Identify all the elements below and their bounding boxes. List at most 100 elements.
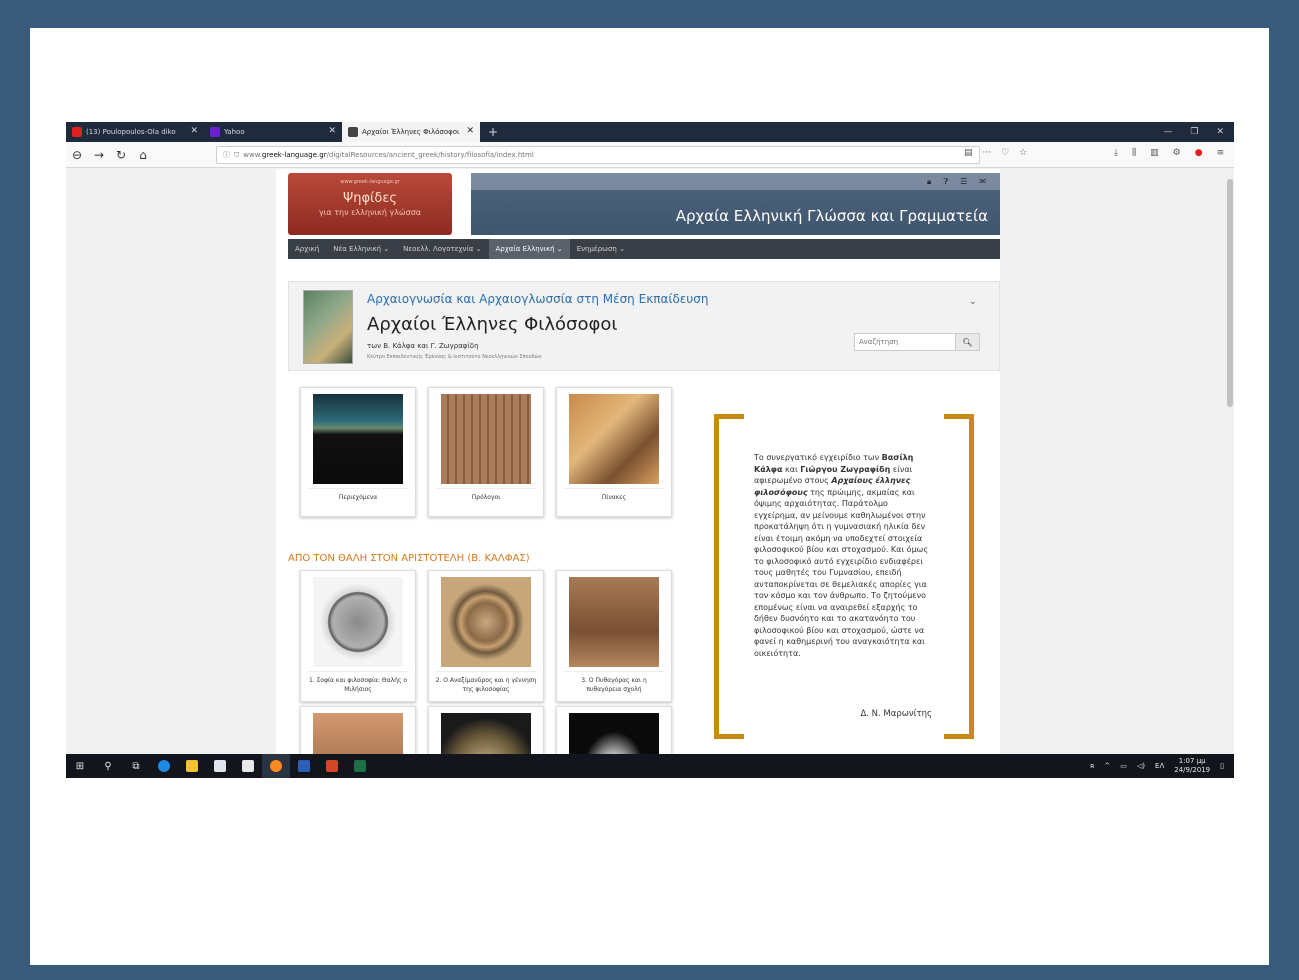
page-scrollbar[interactable]: [1226, 169, 1234, 754]
logo-subtitle: για την ελληνική γλώσσα: [318, 208, 422, 217]
authors: των Β. Κάλφα και Γ. Ζωγραφίδη: [367, 342, 479, 350]
clock-date: 24/9/2019: [1174, 766, 1211, 774]
forward-icon[interactable]: →: [88, 148, 110, 162]
book-cover-image: [303, 290, 353, 364]
tab-philosophers[interactable]: Αρχαίοι Έλληνες Φιλόσοφοι ✕: [342, 122, 480, 142]
card-tables[interactable]: Πίνακες: [556, 387, 672, 517]
task-view-icon[interactable]: ⧉: [122, 754, 150, 778]
card-image: [313, 394, 403, 484]
close-tab-icon[interactable]: ✕: [328, 126, 336, 136]
powerpoint-icon[interactable]: [318, 754, 346, 778]
notification-icon[interactable]: ▯: [1220, 762, 1224, 770]
tab-youtube[interactable]: (13) Poulopoulos-Ola diko ✕: [66, 122, 204, 142]
download-icon[interactable]: ⤓: [1114, 148, 1118, 158]
extension-icon[interactable]: ⚙: [1173, 148, 1181, 158]
reload-icon[interactable]: ↻: [110, 148, 132, 162]
chevron-down-icon[interactable]: ⌄: [969, 296, 977, 307]
nav-item-ancient-greek[interactable]: Αρχαία Ελληνική ⌄: [488, 239, 570, 259]
tab-label: Yahoo: [224, 128, 245, 136]
search-icon[interactable]: 🔍︎: [956, 333, 980, 351]
shield-icon: ⛉: [234, 150, 240, 159]
people-icon[interactable]: ʀ: [1090, 762, 1094, 770]
mail-icon[interactable]: [234, 754, 262, 778]
bookmark-star-icon[interactable]: ☆: [1019, 148, 1027, 158]
nav-item-home[interactable]: Αρχική: [288, 239, 326, 259]
url-text: www.greek-language.gr/digitalResources/a…: [243, 151, 534, 159]
close-tab-icon[interactable]: ✕: [190, 126, 198, 136]
card-next-1[interactable]: [300, 706, 416, 754]
word-icon[interactable]: [290, 754, 318, 778]
language-indicator[interactable]: ΕΛ: [1155, 762, 1164, 770]
edge-icon[interactable]: [150, 754, 178, 778]
card-caption: 1. Σοφία και φιλοσοφία: Θαλής ο Μιλήσιος: [307, 671, 409, 694]
search-box: 🔍︎: [854, 333, 980, 351]
search-icon[interactable]: ⚲: [94, 754, 122, 778]
clock[interactable]: 1:07 μμ 24/9/2019: [1174, 757, 1210, 775]
excel-icon[interactable]: [346, 754, 374, 778]
nav-item-modern-greek[interactable]: Νέα Ελληνική ⌄: [326, 239, 396, 259]
url-bar[interactable]: ⓘ ⛉ www.greek-language.gr/digitalResourc…: [216, 146, 980, 164]
chevron-up-icon[interactable]: ^: [1104, 762, 1110, 770]
scrollbar-thumb[interactable]: [1227, 179, 1233, 407]
adblock-icon[interactable]: ●: [1195, 148, 1203, 158]
browser-tab-bar: (13) Poulopoulos-Ola diko ✕ Yahoo ✕ Αρχα…: [66, 122, 1234, 142]
page-title: Αρχαίοι Έλληνες Φιλόσοφοι: [367, 314, 618, 335]
close-tab-icon[interactable]: ✕: [466, 126, 474, 136]
nav-item-literature[interactable]: Νεοελλ. Λογοτεχνία ⌄: [396, 239, 488, 259]
card-image: [569, 577, 659, 667]
restore-icon[interactable]: ❐: [1190, 127, 1198, 137]
library-icon[interactable]: ⫼: [1132, 148, 1136, 158]
card-caption: Πίνακες: [563, 488, 665, 502]
card-thales[interactable]: 1. Σοφία και φιλοσοφία: Θαλής ο Μιλήσιος: [300, 570, 416, 702]
card-anaximander[interactable]: 2. Ο Αναξίμανδρος και η γέννηση της φιλο…: [428, 570, 544, 702]
intro-quote: Το συνεργατικό εγχειρίδιο των Βασίλη Κάλ…: [714, 414, 974, 739]
pocket-icon[interactable]: ♡: [1001, 148, 1009, 158]
network-icon[interactable]: ▭: [1120, 762, 1127, 770]
windows-taskbar: ⊞ ⚲ ⧉ ʀ ^ ▭ ◁) ΕΛ 1:07 μμ 24/9/2019 ▯: [66, 754, 1234, 778]
mail-icon[interactable]: ✉: [979, 177, 986, 187]
reader-view-icon[interactable]: ▤: [964, 148, 973, 158]
institution: Κέντρο Εκπαιδευτικής Έρευνας & Ινστιτούτ…: [367, 354, 542, 360]
quote-bracket-right: [944, 414, 974, 739]
series-title[interactable]: Αρχαιογνωσία και Αρχαιογλωσσία στη Μέση …: [367, 292, 708, 306]
new-tab-icon[interactable]: +: [480, 122, 506, 142]
windows-start-icon[interactable]: ⊞: [66, 754, 94, 778]
card-image: [569, 394, 659, 484]
more-icon[interactable]: ···: [983, 148, 992, 158]
lock-icon[interactable]: 🔒︎: [927, 177, 931, 187]
nav-item-news[interactable]: Ενημέρωση ⌄: [570, 239, 632, 259]
tab-yahoo[interactable]: Yahoo ✕: [204, 122, 342, 142]
card-prologues[interactable]: Πρόλογοι: [428, 387, 544, 517]
site-logo[interactable]: www.greek-language.gr Ψηφίδες για την ελ…: [288, 173, 452, 235]
site-banner: 🔒︎ ❓︎ ☰ ✉ Αρχαία Ελληνική Γλώσσα και Γρα…: [471, 173, 1000, 235]
list-icon[interactable]: ☰: [960, 177, 967, 187]
sidebar-icon[interactable]: ▥: [1150, 148, 1159, 158]
card-next-3[interactable]: [556, 706, 672, 754]
store-icon[interactable]: [206, 754, 234, 778]
card-pythagoras[interactable]: 3. Ο Πυθαγόρας και η πυθαγόρεια σχολή: [556, 570, 672, 702]
card-contents[interactable]: Περιεχόμενα: [300, 387, 416, 517]
youtube-icon: [72, 127, 82, 137]
tab-label: (13) Poulopoulos-Ola diko: [86, 128, 176, 136]
help-icon[interactable]: ❓︎: [943, 177, 948, 187]
search-input[interactable]: [854, 333, 956, 351]
minimize-icon[interactable]: —: [1163, 127, 1172, 137]
card-caption: 3. Ο Πυθαγόρας και η πυθαγόρεια σχολή: [563, 671, 665, 694]
close-window-icon[interactable]: ✕: [1216, 127, 1224, 137]
menu-icon[interactable]: ≡: [1217, 148, 1225, 158]
browser-nav-bar: ⊖ → ↻ ⌂ ⓘ ⛉ www.greek-language.gr/digita…: [66, 142, 1234, 168]
card-image: [441, 394, 531, 484]
volume-icon[interactable]: ◁): [1137, 762, 1145, 770]
card-image: [441, 713, 531, 754]
home-icon[interactable]: ⌂: [132, 148, 154, 162]
quote-text: Το συνεργατικό εγχειρίδιο των Βασίλη Κάλ…: [754, 453, 929, 658]
card-image: [313, 577, 403, 667]
quote-signature: Δ. Ν. Μαρωνίτης: [860, 709, 932, 719]
file-explorer-icon[interactable]: [178, 754, 206, 778]
firefox-icon[interactable]: [262, 754, 290, 778]
clock-time: 1:07 μμ: [1178, 757, 1206, 765]
card-image: [313, 713, 403, 754]
card-next-2[interactable]: [428, 706, 544, 754]
card-image: [569, 713, 659, 754]
back-icon[interactable]: ⊖: [66, 148, 88, 162]
